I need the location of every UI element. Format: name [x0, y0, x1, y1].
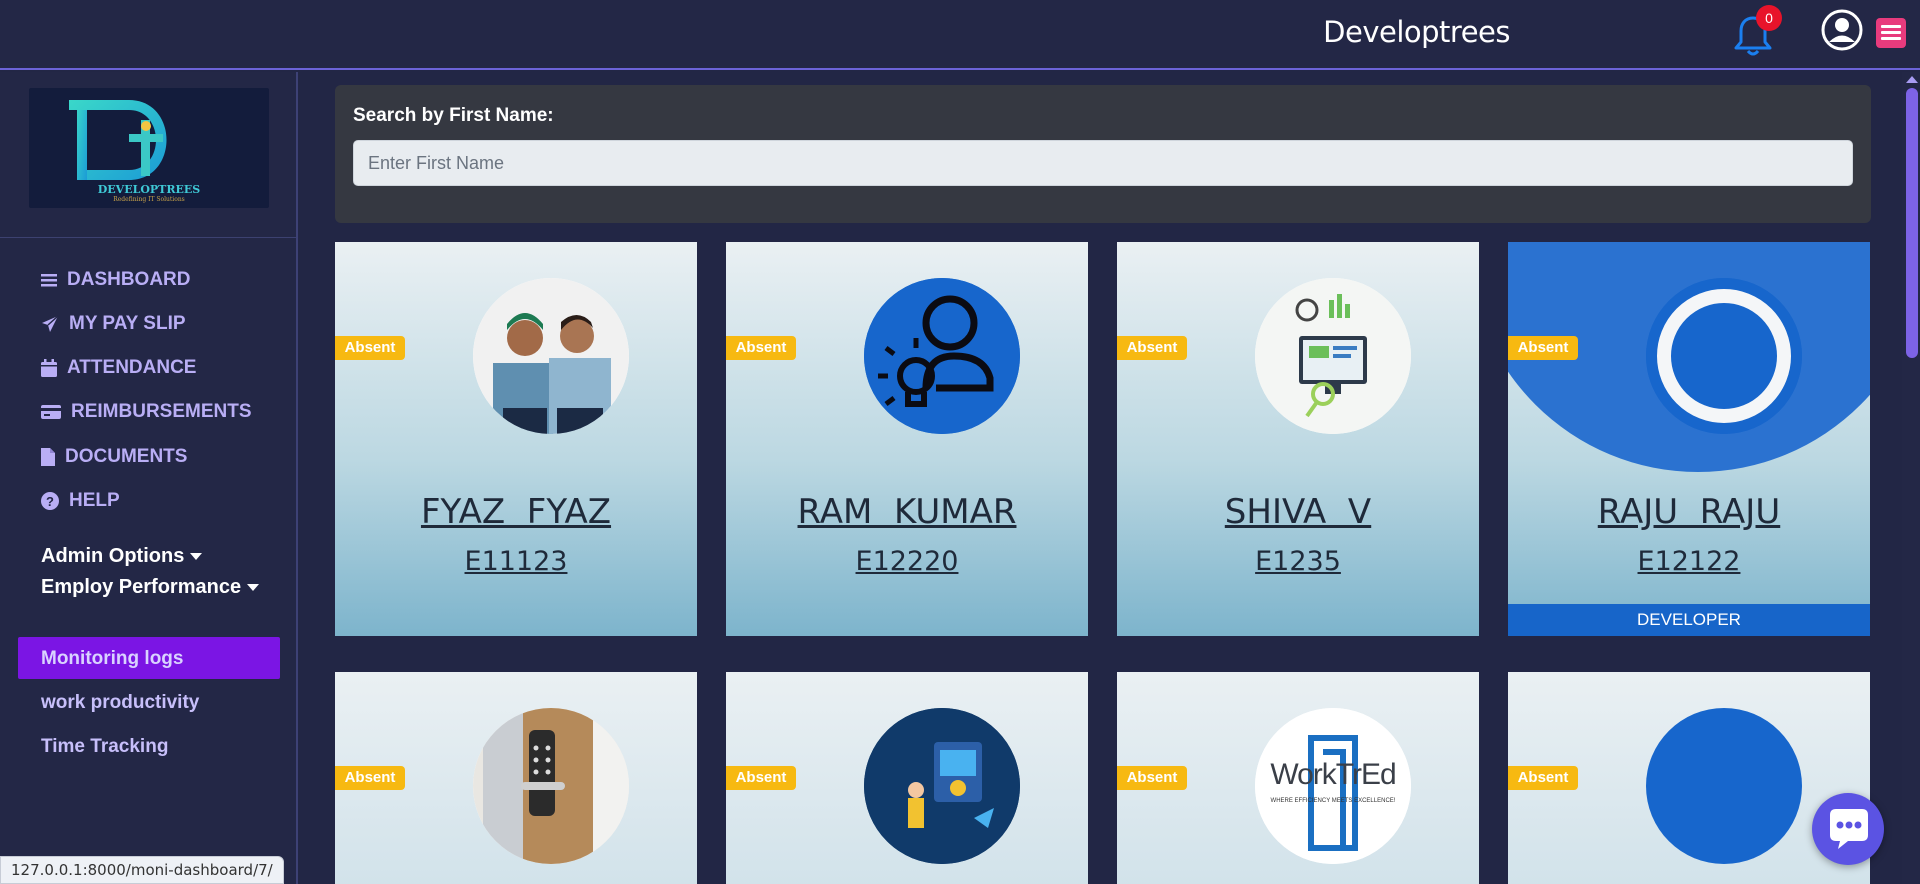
status-badge: Absent [1117, 766, 1187, 790]
logo-tagline: Redefining IT Solutions [113, 196, 185, 203]
scrollbar-thumb[interactable] [1906, 88, 1918, 358]
sidebar-item-my-pay-slip[interactable]: MY PAY SLIP [41, 313, 186, 335]
file-icon [41, 448, 55, 466]
brand-title: Developtrees [1323, 15, 1510, 49]
sidebar-item-label: MY PAY SLIP [69, 313, 186, 334]
sidebar-item-time-tracking[interactable]: Time Tracking [41, 736, 168, 758]
avatar-logo-tagline: WHERE EFFICIENCY MEETS EXCELLENCE! [1270, 798, 1396, 804]
employee-id-link[interactable]: E1235 [1117, 546, 1479, 577]
caret-down-icon [190, 553, 203, 561]
employee-card[interactable]: WorkTrEd WHERE EFFICIENCY MEETS EXCELLEN… [1117, 672, 1479, 884]
status-badge: Absent [335, 766, 405, 790]
employee-card[interactable]: Absent RAM KUMAR E12220 [726, 242, 1088, 636]
svg-text:?: ? [46, 494, 54, 509]
sidebar-item-help[interactable]: ? HELP [41, 490, 120, 512]
sidebar-item-label: DASHBOARD [67, 269, 191, 290]
status-badge: Absent [335, 336, 405, 360]
first-name-search-input[interactable] [353, 140, 1853, 186]
search-label: Search by First Name: [353, 105, 554, 126]
link-preview-statusbar: 127.0.0.1:8000/moni-dashboard/7/ [0, 856, 284, 884]
employee-avatar [1646, 708, 1802, 864]
employee-avatar [473, 278, 629, 434]
employee-id-link[interactable]: E12122 [1508, 546, 1870, 577]
employee-name-link[interactable]: RAJU RAJU [1508, 492, 1870, 532]
paper-plane-icon [42, 315, 59, 332]
employee-card[interactable]: Absent [335, 672, 697, 884]
status-badge: Absent [726, 336, 796, 360]
status-badge: Absent [1117, 336, 1187, 360]
employee-card[interactable]: Absent [726, 672, 1088, 884]
company-logo: DEVELOPTREES Redefining IT Solutions [29, 88, 269, 208]
employee-name-link[interactable]: FYAZ FYAZ [335, 492, 697, 532]
status-badge: Absent [726, 766, 796, 790]
status-badge: Absent [1508, 336, 1578, 360]
employee-card[interactable]: Absent RAJU RAJU E12122 DEVELOPER [1508, 242, 1870, 636]
admin-options-dropdown[interactable]: Admin Options [41, 545, 203, 568]
sidebar-item-documents[interactable]: DOCUMENTS [41, 446, 187, 468]
logo-wordmark: DEVELOPTREES [97, 183, 201, 196]
status-badge: Absent [1508, 766, 1578, 790]
chat-support-button[interactable] [1812, 793, 1884, 865]
sidebar-item-monitoring-logs[interactable]: Monitoring logs [41, 648, 183, 670]
employee-avatar [1255, 278, 1411, 434]
menu-bars-icon [41, 274, 57, 287]
credit-card-icon [41, 405, 61, 419]
employee-avatar [864, 708, 1020, 864]
avatar-logo-text: WorkTrEd [1270, 758, 1396, 791]
employee-name-link[interactable]: SHIVA V [1117, 492, 1479, 532]
sidebar-item-label: HELP [69, 490, 120, 511]
employee-card[interactable]: Absent SHIVA V E1235 [1117, 242, 1479, 636]
employee-avatar: WorkTrEd WHERE EFFICIENCY MEETS EXCELLEN… [1255, 708, 1411, 864]
sidebar-item-attendance[interactable]: ATTENDANCE [41, 357, 196, 379]
sidebar-item-label: ATTENDANCE [67, 357, 197, 378]
top-header: Developtrees 0 [0, 0, 1920, 70]
employ-performance-dropdown[interactable]: Employ Performance [41, 576, 260, 599]
notification-count-badge: 0 [1756, 5, 1782, 31]
calendar-icon [41, 359, 57, 377]
employee-id-link[interactable]: E12220 [726, 546, 1088, 577]
employee-avatar [864, 278, 1020, 434]
employee-name-link[interactable]: RAM KUMAR [726, 492, 1088, 532]
employee-avatar [1646, 278, 1802, 434]
sidebar-item-label: REIMBURSEMENTS [71, 401, 252, 422]
hamburger-menu-button[interactable] [1876, 18, 1906, 48]
admin-options-label: Admin Options [41, 545, 185, 567]
caret-down-icon [247, 584, 260, 592]
sidebar: DEVELOPTREES Redefining IT Solutions DAS… [0, 72, 298, 884]
employee-card[interactable]: Absent FYAZ FYAZ E11123 [335, 242, 697, 636]
sidebar-item-reimbursements[interactable]: REIMBURSEMENTS [41, 401, 252, 423]
employee-id-link[interactable]: E11123 [335, 546, 697, 577]
chat-bubble-icon [1830, 809, 1868, 849]
employ-performance-label: Employ Performance [41, 576, 242, 598]
scroll-up-arrow-icon[interactable] [1906, 76, 1918, 83]
employee-role-bar: DEVELOPER [1508, 604, 1870, 636]
user-account-icon[interactable] [1821, 9, 1863, 51]
sidebar-item-label: DOCUMENTS [65, 446, 188, 467]
sidebar-item-work-productivity[interactable]: work productivity [41, 692, 199, 714]
employee-avatar [473, 708, 629, 864]
question-circle-icon: ? [41, 492, 59, 510]
search-panel: Search by First Name: [335, 85, 1871, 223]
sidebar-divider [0, 237, 296, 238]
sidebar-item-dashboard[interactable]: DASHBOARD [41, 269, 191, 291]
